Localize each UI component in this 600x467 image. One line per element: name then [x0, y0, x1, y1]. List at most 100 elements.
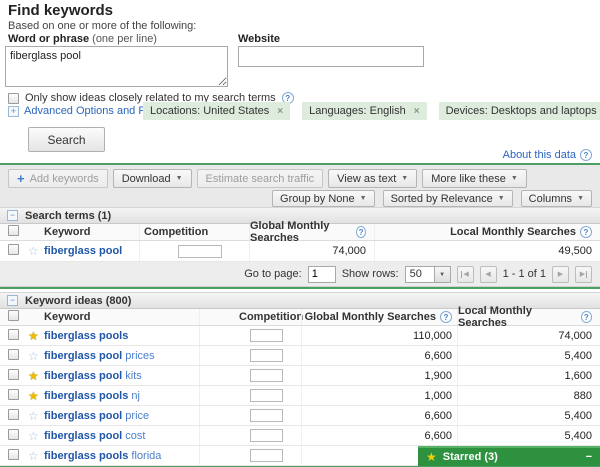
estimate-search-traffic-button[interactable]: Estimate search traffic	[197, 169, 324, 188]
show-rows-label: Show rows:	[342, 268, 399, 280]
star-icon[interactable]: ☆	[28, 429, 39, 443]
star-icon: ★	[426, 450, 437, 464]
help-icon[interactable]: ?	[581, 311, 592, 323]
keyword-row: ★ fiberglass pools 110,000 74,000	[0, 326, 600, 346]
page-number-input[interactable]	[308, 266, 336, 283]
row-checkbox[interactable]	[8, 369, 19, 380]
collapse-minus-icon[interactable]: −	[7, 295, 18, 306]
keyword-link[interactable]: fiberglass pools	[44, 330, 128, 342]
keyword-row: ★ fiberglass pool kits 1,900 1,600	[0, 366, 600, 386]
show-rows-select[interactable]: 50 ▼	[405, 266, 451, 283]
keyword-ideas-rows: ★ fiberglass pools 110,000 74,000 ☆ fibe…	[0, 326, 600, 466]
row-checkbox[interactable]	[8, 389, 19, 400]
section-title: Search terms (1)	[25, 210, 111, 222]
local-searches-value: 5,400	[457, 406, 600, 425]
sorted-by-button[interactable]: Sorted by Relevance ▼	[383, 190, 513, 207]
row-checkbox[interactable]	[8, 429, 19, 440]
keyword-link[interactable]: fiberglass pools florida	[44, 450, 161, 462]
local-searches-column-header[interactable]: Local Monthly Searches ?	[457, 309, 600, 325]
filter-pill-languages: Languages: English ×	[302, 102, 426, 120]
competition-bar	[178, 245, 222, 258]
prev-page-button[interactable]: ◀	[480, 266, 497, 283]
add-keywords-button[interactable]: + Add keywords	[8, 169, 108, 188]
group-by-button[interactable]: Group by None ▼	[272, 190, 375, 207]
about-this-data: About this data ?	[503, 149, 592, 161]
starred-panel-label: Starred (3)	[443, 451, 498, 463]
global-searches-column-header[interactable]: Global Monthly Searches ?	[301, 309, 457, 325]
plus-icon: +	[17, 174, 25, 184]
global-searches-value: 6,600	[301, 426, 457, 445]
last-page-button[interactable]: ▶	[575, 266, 592, 283]
competition-bar	[250, 429, 283, 442]
active-filters: Locations: United States × Languages: En…	[143, 102, 600, 120]
starred-panel[interactable]: ★ Starred (3) −	[418, 446, 600, 466]
row-checkbox[interactable]	[8, 409, 19, 420]
star-icon[interactable]: ☆	[28, 349, 39, 363]
keyword-link[interactable]: fiberglass pool kits	[44, 370, 142, 382]
help-icon[interactable]: ?	[580, 226, 592, 238]
keyword-row: ☆ fiberglass pool price 6,600 5,400	[0, 406, 600, 426]
row-checkbox[interactable]	[8, 329, 19, 340]
keyword-link[interactable]: fiberglass pools nj	[44, 390, 140, 402]
keyword-row: ☆ fiberglass pool prices 6,600 5,400	[0, 346, 600, 366]
search-terms-section: − Search terms (1) Keyword Competition G…	[0, 207, 600, 287]
keyword-ideas-section: − Keyword ideas (800) Keyword Competitio…	[0, 292, 600, 466]
star-icon[interactable]: ☆	[28, 409, 39, 423]
local-searches-value: 1,600	[457, 366, 600, 385]
global-searches-value: 6,600	[301, 346, 457, 365]
row-checkbox[interactable]	[8, 244, 19, 255]
remove-filter-icon[interactable]: ×	[414, 106, 420, 117]
minimize-icon[interactable]: −	[586, 451, 592, 463]
keyword-link[interactable]: fiberglass pool	[44, 245, 122, 257]
select-all-checkbox[interactable]	[8, 310, 19, 321]
global-searches-value: 1,900	[301, 366, 457, 385]
chevron-down-icon[interactable]: ▼	[435, 266, 451, 283]
local-searches-column-header[interactable]: Local Monthly Searches ?	[374, 224, 600, 240]
chevron-down-icon: ▼	[401, 175, 408, 182]
select-all-checkbox[interactable]	[8, 225, 19, 236]
global-searches-column-header[interactable]: Global Monthly Searches ?	[249, 224, 374, 240]
star-icon[interactable]: ★	[28, 369, 39, 383]
view-as-text-button[interactable]: View as text ▼	[328, 169, 417, 188]
local-searches-value: 5,400	[457, 426, 600, 445]
section-title: Keyword ideas (800)	[25, 295, 131, 307]
related-checkbox[interactable]	[8, 93, 19, 104]
download-button[interactable]: Download ▼	[113, 169, 192, 188]
keyword-link[interactable]: fiberglass pool prices	[44, 350, 155, 362]
star-icon[interactable]: ★	[28, 389, 39, 403]
row-checkbox[interactable]	[8, 349, 19, 360]
global-searches-value: 74,000	[249, 241, 374, 261]
next-page-button[interactable]: ▶	[552, 266, 569, 283]
search-button[interactable]: Search	[28, 127, 105, 152]
about-this-data-link[interactable]: About this data	[503, 149, 576, 161]
page-subtitle: Based on one or more of the following:	[8, 20, 196, 32]
help-icon[interactable]: ?	[356, 226, 366, 238]
website-input[interactable]	[238, 46, 424, 67]
pagination-bar: Go to page: Show rows: 50 ▼ ◀ ◀ 1 - 1 of…	[0, 262, 600, 287]
keyword-link[interactable]: fiberglass pool cost	[44, 430, 145, 442]
star-icon[interactable]: ☆	[28, 244, 39, 258]
help-icon[interactable]: ?	[580, 149, 592, 161]
columns-button[interactable]: Columns ▼	[521, 190, 592, 207]
keyword-column-header[interactable]: Keyword	[44, 226, 139, 238]
expand-plus-icon[interactable]: +	[8, 106, 19, 117]
star-icon[interactable]: ☆	[28, 449, 39, 463]
competition-column-header[interactable]: Competition	[139, 224, 249, 240]
help-icon[interactable]: ?	[440, 311, 452, 323]
competition-column-header[interactable]: Competition	[199, 309, 301, 325]
keyword-column-header[interactable]: Keyword	[44, 311, 199, 323]
filter-pill-locations: Locations: United States ×	[143, 102, 290, 120]
more-like-these-button[interactable]: More like these ▼	[422, 169, 527, 188]
first-page-button[interactable]: ◀	[457, 266, 474, 283]
chevron-down-icon: ▼	[176, 175, 183, 182]
keyword-row: ☆ fiberglass pool cost 6,600 5,400	[0, 426, 600, 446]
collapse-minus-icon[interactable]: −	[7, 210, 18, 221]
chevron-down-icon: ▼	[360, 195, 367, 202]
keyword-link[interactable]: fiberglass pool price	[44, 410, 149, 422]
word-or-phrase-input[interactable]: fiberglass pool	[5, 46, 228, 87]
remove-filter-icon[interactable]: ×	[277, 106, 283, 117]
local-searches-value: 5,400	[457, 346, 600, 365]
star-icon[interactable]: ★	[28, 329, 39, 343]
local-searches-value: 880	[457, 386, 600, 405]
row-checkbox[interactable]	[8, 449, 19, 460]
